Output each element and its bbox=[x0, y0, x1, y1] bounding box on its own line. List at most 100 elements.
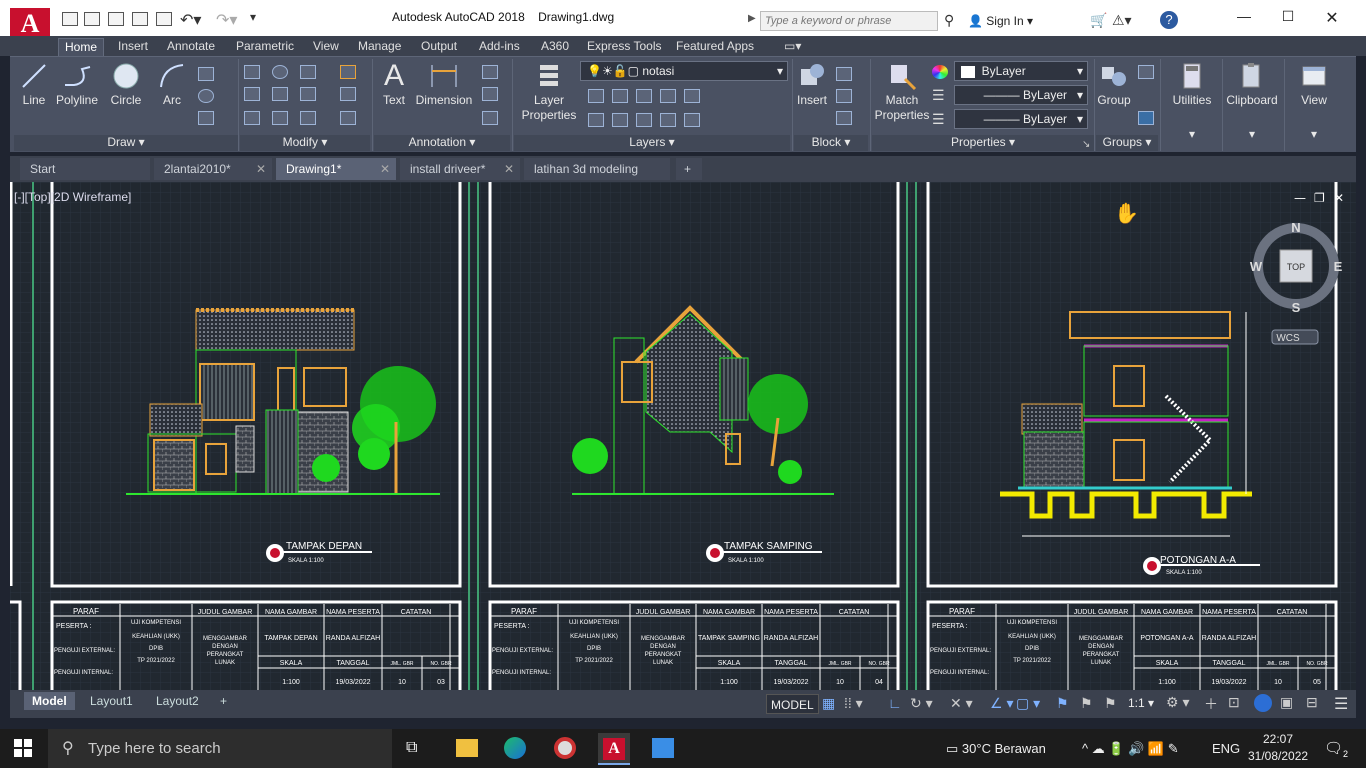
cart-icon[interactable]: 🛒 bbox=[1090, 12, 1107, 29]
table-icon[interactable] bbox=[482, 111, 498, 125]
tab-express-tools[interactable]: Express Tools bbox=[587, 38, 661, 56]
isolate-objects-icon[interactable] bbox=[1254, 694, 1272, 712]
draw-panel-label[interactable]: Draw ▾ bbox=[14, 135, 238, 151]
annotation-autoscale-icon[interactable]: ⚑ bbox=[1080, 695, 1093, 712]
units-icon[interactable]: ⊡ bbox=[1228, 694, 1240, 711]
rotate-icon[interactable] bbox=[272, 65, 288, 79]
drawing-canvas[interactable]: TAMPAK DEPAN SKALA 1:100 TAMPAK SAMPING … bbox=[10, 182, 1356, 690]
insert-block-button[interactable]: Insert bbox=[794, 61, 830, 107]
model-space-button[interactable]: MODEL bbox=[766, 694, 819, 714]
rectangle-icon[interactable] bbox=[198, 67, 214, 81]
tab-manage[interactable]: Manage bbox=[358, 38, 401, 56]
layout-tab-model[interactable]: Model bbox=[24, 692, 75, 710]
plot-icon[interactable] bbox=[156, 12, 172, 26]
create-block-icon[interactable] bbox=[836, 67, 852, 81]
windows-start-icon[interactable] bbox=[14, 739, 32, 757]
close-tab-icon[interactable]: ✕ bbox=[256, 158, 266, 180]
gradient-icon[interactable] bbox=[198, 111, 214, 125]
tab-home[interactable]: Home bbox=[58, 38, 105, 56]
arc-button[interactable]: Arc bbox=[154, 61, 190, 107]
new-tab-icon[interactable]: + bbox=[676, 158, 702, 180]
lineweight-dropdown[interactable]: ——— ByLayer ▾ bbox=[954, 109, 1088, 129]
isodraft-icon[interactable]: ✕ ▾ bbox=[950, 695, 973, 712]
annotation-scale-icon[interactable]: ⚑ bbox=[1104, 695, 1117, 712]
dimension-button[interactable]: Dimension bbox=[414, 61, 474, 107]
tab-annotate[interactable]: Annotate bbox=[167, 38, 215, 56]
layout-tab-layout1[interactable]: Layout1 bbox=[90, 692, 133, 710]
layer-tool-icon[interactable] bbox=[636, 113, 652, 127]
tab-view[interactable]: View bbox=[313, 38, 339, 56]
tab-output[interactable]: Output bbox=[421, 38, 457, 56]
clipboard-button[interactable]: Clipboard ▾ bbox=[1224, 61, 1280, 141]
properties-launcher-icon[interactable]: ↘ bbox=[1082, 139, 1090, 150]
tray-icons[interactable]: ^ ☁ 🔋 🔊 📶 ✎ bbox=[1082, 729, 1179, 768]
layer-dropdown[interactable]: 💡☀🔓▢ notasi ▾ bbox=[580, 61, 788, 81]
text-button[interactable]: A Text bbox=[376, 61, 412, 108]
object-snap-icon[interactable]: ▢ ▾ bbox=[1016, 695, 1040, 712]
annotation-monitor-icon[interactable]: ＋ bbox=[1204, 694, 1218, 714]
edge-browser-icon[interactable] bbox=[504, 737, 526, 759]
utilities-button[interactable]: Utilities ▾ bbox=[1164, 61, 1220, 141]
edit-block-icon[interactable] bbox=[836, 89, 852, 103]
new-file-icon[interactable] bbox=[62, 12, 78, 26]
tab-add-ins[interactable]: Add-ins bbox=[479, 38, 520, 56]
doc-tab-latihan-3d-modeling[interactable]: latihan 3d modeling bbox=[524, 158, 670, 180]
add-layout-icon[interactable]: + bbox=[220, 692, 227, 710]
ungroup-icon[interactable] bbox=[1138, 65, 1154, 79]
tab-insert[interactable]: Insert bbox=[118, 38, 148, 56]
customization-menu-icon[interactable]: ☰ bbox=[1334, 694, 1348, 714]
layout-tab-layout2[interactable]: Layout2 bbox=[156, 692, 199, 710]
scale-icon[interactable] bbox=[272, 111, 288, 125]
layer-tool-icon[interactable] bbox=[660, 113, 676, 127]
notification-icon[interactable]: 🗨2 bbox=[1324, 739, 1348, 759]
close-tab-icon[interactable]: ✕ bbox=[504, 158, 514, 180]
array-icon[interactable] bbox=[300, 111, 316, 125]
viewport-label[interactable]: [-][Top][2D Wireframe] bbox=[14, 190, 131, 204]
redo-icon[interactable]: ↷▾ bbox=[216, 10, 237, 30]
tab-featured-apps[interactable]: Featured Apps bbox=[676, 38, 754, 56]
tab-parametric[interactable]: Parametric bbox=[236, 38, 294, 56]
doc-tab-start[interactable]: Start bbox=[20, 158, 150, 180]
object-snap-tracking-icon[interactable]: ∠ ▾ bbox=[990, 695, 1013, 712]
grid-icon[interactable]: ▦ bbox=[822, 695, 835, 712]
match-properties-button[interactable]: Match Properties bbox=[874, 61, 930, 123]
layer-tool-icon[interactable] bbox=[636, 89, 652, 103]
hatch-icon[interactable] bbox=[198, 89, 214, 103]
clean-screen-icon[interactable]: ⊟ bbox=[1306, 694, 1318, 711]
color-dropdown[interactable]: ByLayer ▾ bbox=[954, 61, 1088, 81]
block-attribute-icon[interactable] bbox=[836, 111, 852, 125]
hardware-acceleration-icon[interactable]: ▣ bbox=[1280, 694, 1293, 711]
weather-widget[interactable]: ▭ 30°C Berawan bbox=[946, 729, 1046, 768]
clock[interactable]: 22:07 31/08/2022 bbox=[1248, 731, 1308, 765]
close-button[interactable]: ✕ bbox=[1320, 8, 1344, 28]
annotation-visibility-icon[interactable]: ⚑ bbox=[1056, 695, 1069, 712]
viewport-minimize-icon[interactable]: — bbox=[1294, 191, 1306, 205]
layer-tool-icon[interactable] bbox=[612, 89, 628, 103]
help-icon[interactable]: ? bbox=[1160, 11, 1178, 29]
linetype-dropdown[interactable]: ——— ByLayer ▾ bbox=[954, 85, 1088, 105]
open-file-icon[interactable] bbox=[84, 12, 100, 26]
viewport-restore-icon[interactable]: ❐ bbox=[1314, 191, 1325, 205]
search-input[interactable]: Type a keyword or phrase bbox=[760, 11, 938, 31]
mirror-icon[interactable] bbox=[272, 87, 288, 101]
layer-tool-icon[interactable] bbox=[588, 89, 604, 103]
file-explorer-icon[interactable] bbox=[456, 739, 478, 757]
doc-tab-install-driveer[interactable]: install driveer* ✕ bbox=[400, 158, 520, 180]
photos-icon[interactable] bbox=[652, 738, 674, 758]
linear-dimension-icon[interactable] bbox=[482, 65, 498, 79]
task-view-icon[interactable]: ⧉ bbox=[406, 739, 417, 757]
move-icon[interactable] bbox=[244, 65, 260, 79]
taskbar-search-input[interactable]: ⚲ Type here to search bbox=[48, 729, 392, 768]
save-as-icon[interactable] bbox=[132, 12, 148, 26]
annotation-panel-label[interactable]: Annotation ▾ bbox=[374, 135, 510, 151]
save-icon[interactable] bbox=[108, 12, 124, 26]
erase-icon[interactable] bbox=[340, 65, 356, 79]
maximize-button[interactable]: ☐ bbox=[1276, 8, 1300, 28]
search-expand-icon[interactable]: ▶ bbox=[748, 13, 756, 24]
polyline-button[interactable]: Polyline bbox=[54, 61, 100, 107]
autodesk-exchange-icon[interactable]: ⚠▾ bbox=[1112, 12, 1132, 29]
language-indicator[interactable]: ENG bbox=[1212, 729, 1240, 768]
sign-in-button[interactable]: 👤 Sign In ▾ bbox=[968, 14, 1033, 28]
modify-panel-label[interactable]: Modify ▾ bbox=[240, 135, 370, 151]
autocad-taskbar-icon[interactable]: A bbox=[598, 733, 630, 765]
